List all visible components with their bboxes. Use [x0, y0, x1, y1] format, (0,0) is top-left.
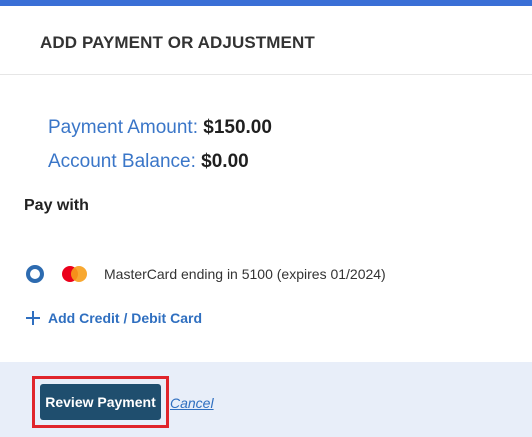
account-balance-label: Account Balance:: [48, 151, 196, 172]
dialog-header: ADD PAYMENT OR ADJUSTMENT: [0, 6, 532, 75]
plus-icon: [26, 311, 40, 325]
payment-amount-value: $150.00: [203, 117, 272, 138]
account-balance-value: $0.00: [201, 151, 249, 172]
add-card-link[interactable]: Add Credit / Debit Card: [26, 310, 202, 326]
review-payment-button[interactable]: Review Payment: [40, 384, 161, 420]
card-radio-button[interactable]: [26, 265, 44, 283]
cancel-link[interactable]: Cancel: [170, 395, 214, 411]
mastercard-icon: [62, 266, 88, 282]
dialog-title: ADD PAYMENT OR ADJUSTMENT: [40, 33, 315, 52]
payment-amount-label: Payment Amount:: [48, 117, 198, 138]
payment-amount-row: Payment Amount: $150.00: [48, 115, 272, 149]
card-label: MasterCard ending in 5100 (expires 01/20…: [104, 266, 386, 282]
add-card-label: Add Credit / Debit Card: [48, 310, 203, 326]
account-balance-row: Account Balance: $0.00: [48, 149, 272, 183]
payment-card-option[interactable]: MasterCard ending in 5100 (expires 01/20…: [26, 263, 386, 285]
pay-with-heading: Pay with: [24, 197, 89, 214]
payment-summary: Payment Amount: $150.00 Account Balance:…: [48, 115, 272, 183]
